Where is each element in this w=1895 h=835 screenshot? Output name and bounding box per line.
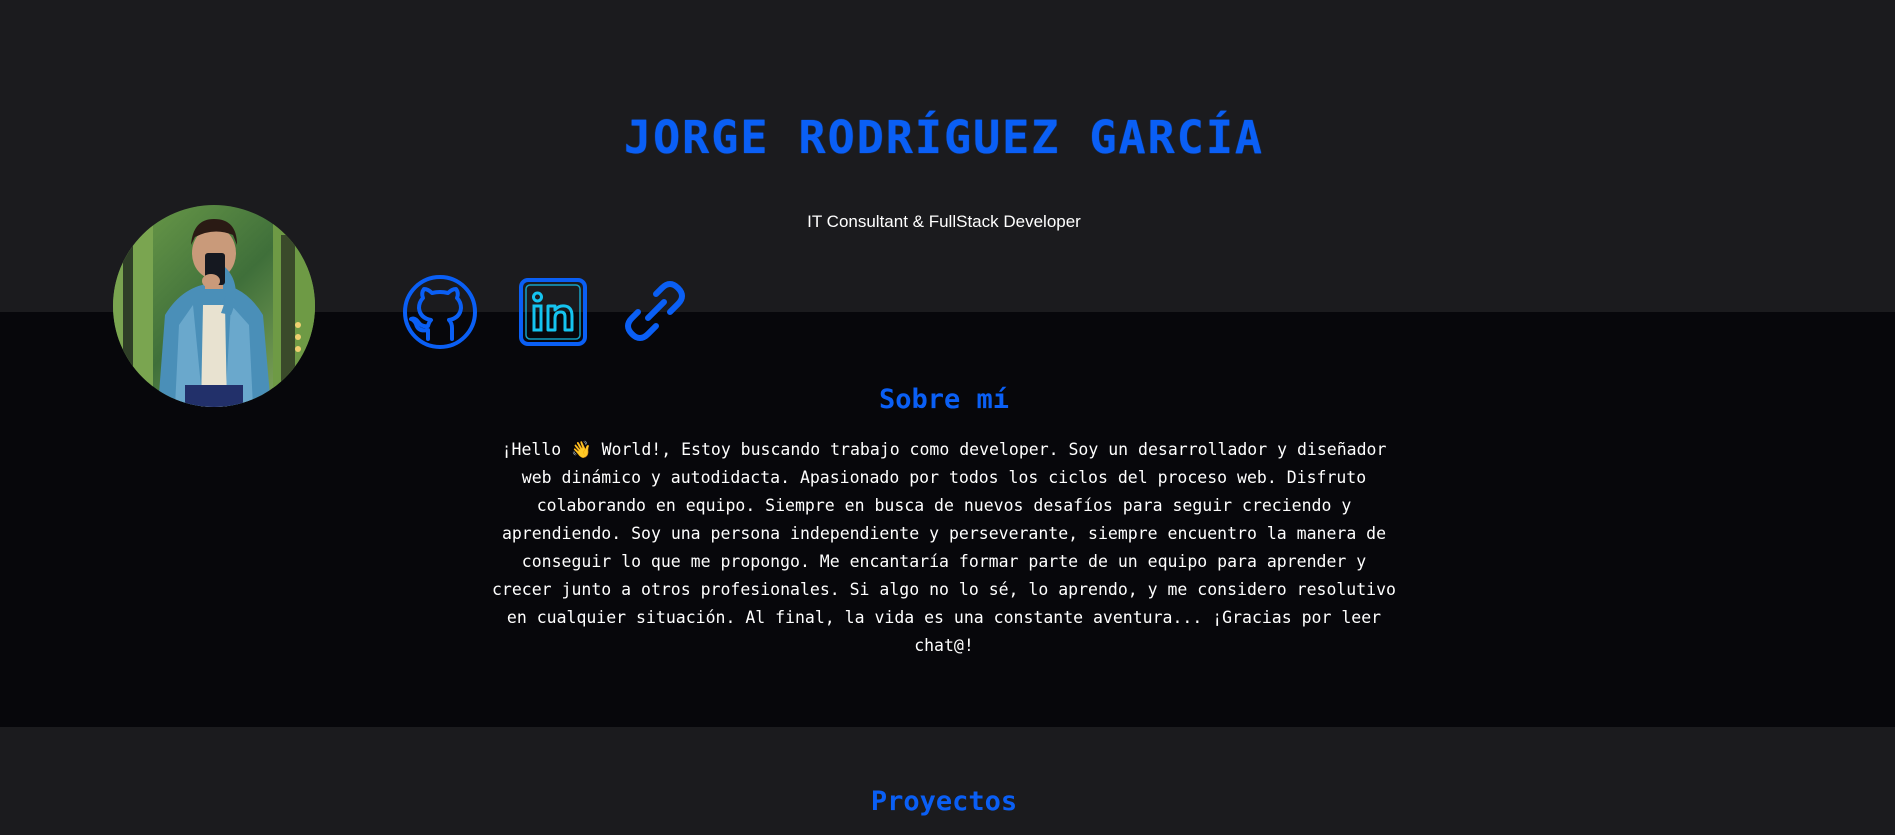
projects-heading: Proyectos — [870, 786, 1018, 817]
link-icon — [625, 281, 685, 341]
linkedin-link[interactable] — [512, 272, 592, 352]
avatar — [113, 205, 315, 407]
page-title: JORGE RODRÍGUEZ GARCÍA — [623, 111, 1265, 164]
about-text: ¡Hello 👋 World!, Estoy buscando trabajo … — [492, 440, 1396, 655]
profile-photo — [113, 205, 315, 407]
about-heading: Sobre mí — [878, 384, 1010, 415]
github-icon — [403, 275, 477, 349]
tagline: IT Consultant & FullStack Developer — [807, 212, 1081, 231]
external-link[interactable] — [612, 272, 692, 352]
linkedin-icon — [519, 278, 587, 346]
github-link[interactable] — [400, 272, 480, 352]
projects-section: Proyectos — [0, 727, 1895, 835]
